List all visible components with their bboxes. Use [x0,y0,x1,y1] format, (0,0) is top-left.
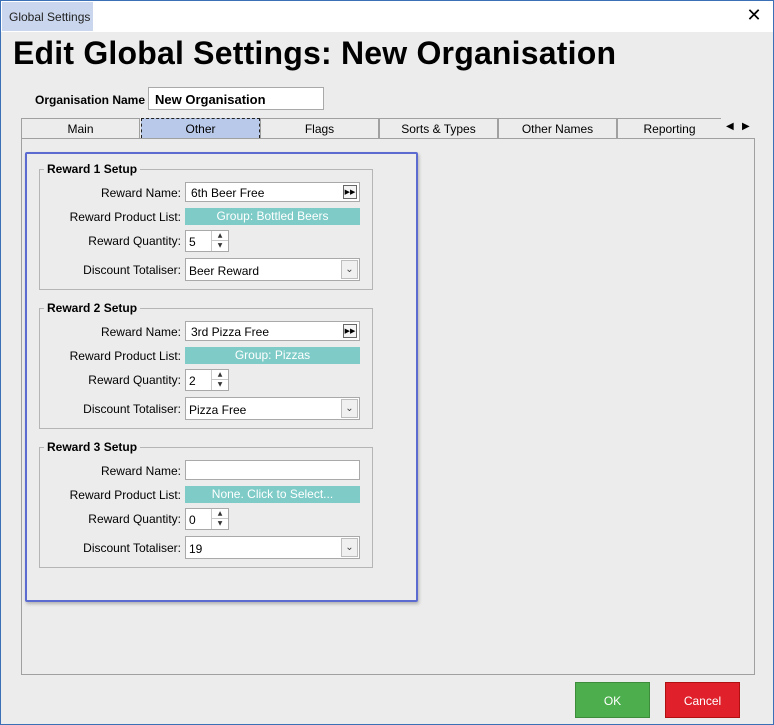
reward-3-totaliser-value: 19 [189,542,203,556]
fast-forward-icon[interactable]: ▶▶ [343,324,357,338]
spin-buttons: ▲ ▼ [211,509,228,529]
reward-2-name-value: 3rd Pizza Free [191,325,270,339]
tab-other-names[interactable]: Other Names [498,118,617,138]
reward-1-product-label: Reward Product List: [69,210,181,224]
reward-2-quantity-stepper[interactable]: 2 ▲ ▼ [185,369,229,391]
tab-flags[interactable]: Flags [260,118,379,138]
global-settings-window: Global Settings ✕ Edit Global Settings: … [0,0,774,725]
reward-2-totaliser-value: Pizza Free [189,403,247,417]
spin-down-icon[interactable]: ▼ [212,241,228,251]
chevron-down-icon[interactable]: ⌄ [341,260,358,279]
reward-2-product-button[interactable]: Group: Pizzas [185,347,360,364]
reward-1-product-button[interactable]: Group: Bottled Beers [185,208,360,225]
reward-3-totaliser-select[interactable]: 19 ⌄ [185,536,360,559]
reward-1-title: Reward 1 Setup [44,162,141,176]
chevron-down-icon[interactable]: ⌄ [341,399,358,418]
reward-3-totaliser-label: Discount Totaliser: [83,541,181,555]
spin-up-icon[interactable]: ▲ [212,370,228,380]
reward-3-name-input[interactable] [185,460,360,480]
reward-2-quantity-value: 2 [189,374,196,388]
reward-1-name-input[interactable]: 6th Beer Free ▶▶ [185,182,360,202]
chevron-down-icon[interactable]: ⌄ [341,538,358,557]
reward-1-quantity-stepper[interactable]: 5 ▲ ▼ [185,230,229,252]
reward-3-quantity-stepper[interactable]: 0 ▲ ▼ [185,508,229,530]
organisation-name-input[interactable]: New Organisation [148,87,324,110]
spin-down-icon[interactable]: ▼ [212,380,228,390]
reward-2-totaliser-label: Discount Totaliser: [83,402,181,416]
reward-3-product-label: Reward Product List: [69,488,181,502]
title-bar: Global Settings ✕ [1,1,773,32]
reward-2-title: Reward 2 Setup [44,301,141,315]
spin-down-icon[interactable]: ▼ [212,519,228,529]
cancel-button[interactable]: Cancel [665,682,740,718]
spin-buttons: ▲ ▼ [211,370,228,390]
tab-main[interactable]: Main [21,118,140,138]
fast-forward-icon[interactable]: ▶▶ [343,185,357,199]
reward-1-totaliser-value: Beer Reward [189,264,260,278]
page-title: Edit Global Settings: New Organisation [13,35,617,71]
reward-1-quantity-value: 5 [189,235,196,249]
ok-button[interactable]: OK [575,682,650,718]
reward-2-product-label: Reward Product List: [69,349,181,363]
reward-1-totaliser-label: Discount Totaliser: [83,263,181,277]
reward-1-totaliser-select[interactable]: Beer Reward ⌄ [185,258,360,281]
reward-3-title: Reward 3 Setup [44,440,141,454]
reward-2-name-label: Reward Name: [100,325,181,339]
spin-buttons: ▲ ▼ [211,231,228,251]
reward-3-quantity-value: 0 [189,513,196,527]
reward-1-group: Reward 1 Setup Reward Name: 6th Beer Fre… [39,162,373,290]
reward-1-name-value: 6th Beer Free [191,186,265,200]
window-title: Global Settings [2,2,93,31]
reward-2-group: Reward 2 Setup Reward Name: 3rd Pizza Fr… [39,301,373,429]
reward-1-name-label: Reward Name: [100,186,181,200]
reward-3-group: Reward 3 Setup Reward Name: Reward Produ… [39,440,373,568]
tab-scroll-left-icon[interactable]: ◀ [726,121,734,132]
reward-3-name-label: Reward Name: [100,464,181,478]
close-icon[interactable]: ✕ [745,6,763,26]
spin-up-icon[interactable]: ▲ [212,509,228,519]
reward-2-quantity-label: Reward Quantity: [88,373,181,387]
reward-3-product-button[interactable]: None. Click to Select... [185,486,360,503]
tab-scroll-right-icon[interactable]: ▶ [742,121,750,132]
settings-tabs: Main Other Flags Sorts & Types Other Nam… [21,117,755,138]
reward-3-quantity-label: Reward Quantity: [88,512,181,526]
spin-up-icon[interactable]: ▲ [212,231,228,241]
tab-sorts-types[interactable]: Sorts & Types [379,118,498,138]
reward-1-quantity-label: Reward Quantity: [88,234,181,248]
reward-2-totaliser-select[interactable]: Pizza Free ⌄ [185,397,360,420]
organisation-name-label: Organisation Name [35,93,146,107]
tab-reporting[interactable]: Reporting [617,118,721,138]
reward-2-name-input[interactable]: 3rd Pizza Free ▶▶ [185,321,360,341]
tab-other[interactable]: Other [141,118,260,138]
